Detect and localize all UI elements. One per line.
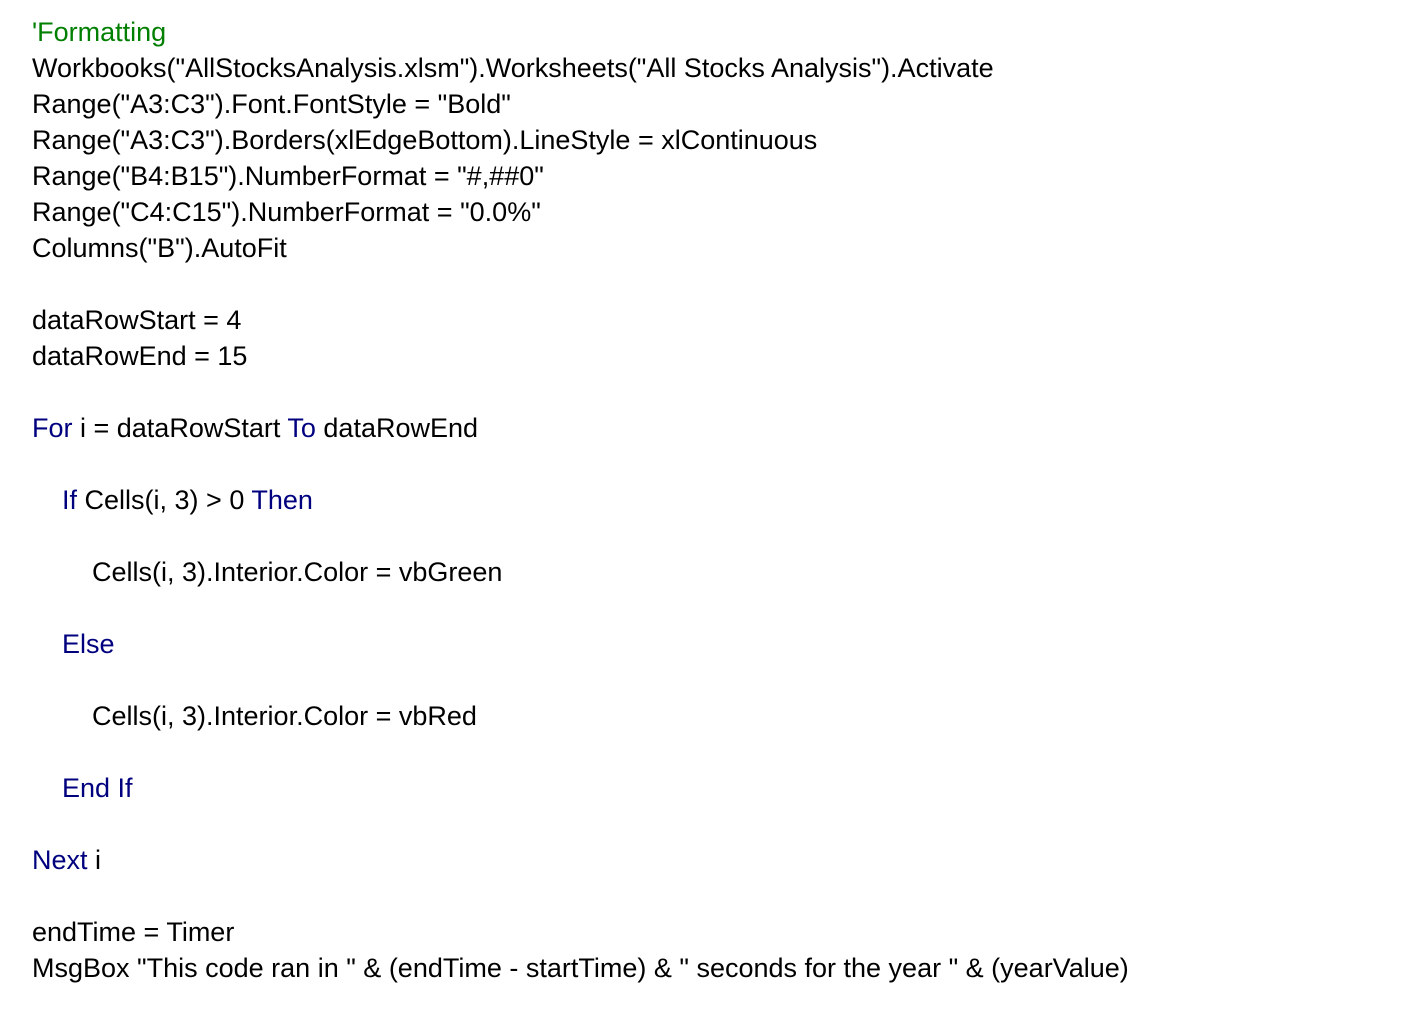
code-line: endTime = Timer xyxy=(32,914,1402,950)
code-token: Workbooks("AllStocksAnalysis.xlsm").Work… xyxy=(32,53,994,83)
code-line: Range("C4:C15").NumberFormat = "0.0%" xyxy=(32,194,1402,230)
code-line: If Cells(i, 3) > 0 Then xyxy=(32,482,1402,518)
code-line: Columns("B").AutoFit xyxy=(32,230,1402,266)
code-line: dataRowEnd = 15 xyxy=(32,338,1402,374)
code-line: MsgBox "This code ran in " & (endTime - … xyxy=(32,950,1402,986)
code-line: Cells(i, 3).Interior.Color = vbRed xyxy=(32,698,1402,734)
keyword-token: To xyxy=(287,413,316,443)
code-line: dataRowStart = 4 xyxy=(32,302,1402,338)
code-token: MsgBox "This code ran in " & (endTime - … xyxy=(32,953,1129,983)
code-token: Range("C4:C15").NumberFormat = "0.0%" xyxy=(32,197,541,227)
code-line: Next i xyxy=(32,842,1402,878)
keyword-token: For xyxy=(32,413,73,443)
code-line: Else xyxy=(32,626,1402,662)
keyword-token: End If xyxy=(62,773,133,803)
keyword-token: Then xyxy=(251,485,313,515)
code-line: For i = dataRowStart To dataRowEnd xyxy=(32,410,1402,446)
code-token: dataRowEnd = 15 xyxy=(32,341,248,371)
keyword-token: Next xyxy=(32,845,88,875)
code-token: Range("A3:C3").Borders(xlEdgeBottom).Lin… xyxy=(32,125,818,155)
code-token: endTime = Timer xyxy=(32,917,235,947)
code-token: Range("B4:B15").NumberFormat = "#,##0" xyxy=(32,161,544,191)
code-token: dataRowEnd xyxy=(315,413,479,443)
code-token: i xyxy=(87,845,102,875)
code-line: Range("A3:C3").Font.FontStyle = "Bold" xyxy=(32,86,1402,122)
code-line: Workbooks("AllStocksAnalysis.xlsm").Work… xyxy=(32,50,1402,86)
keyword-token: Else xyxy=(62,629,115,659)
code-token: i = dataRowStart xyxy=(72,413,288,443)
code-token: Cells(i, 3).Interior.Color = vbGreen xyxy=(32,557,503,587)
keyword-token: If xyxy=(62,485,78,515)
code-token: Columns("B").AutoFit xyxy=(32,233,287,263)
code-token: Cells(i, 3) > 0 xyxy=(77,485,252,515)
comment-token: 'Formatting xyxy=(32,17,167,47)
code-line: 'Formatting xyxy=(32,14,1402,50)
code-line: Range("A3:C3").Borders(xlEdgeBottom).Lin… xyxy=(32,122,1402,158)
code-editor[interactable]: 'Formatting Workbooks("AllStocksAnalysis.… xyxy=(32,14,1402,986)
code-token: Cells(i, 3).Interior.Color = vbRed xyxy=(32,701,477,731)
code-line: End If xyxy=(32,770,1402,806)
code-line: Range("B4:B15").NumberFormat = "#,##0" xyxy=(32,158,1402,194)
code-line: Cells(i, 3).Interior.Color = vbGreen xyxy=(32,554,1402,590)
code-token: dataRowStart = 4 xyxy=(32,305,242,335)
code-token: Range("A3:C3").Font.FontStyle = "Bold" xyxy=(32,89,511,119)
